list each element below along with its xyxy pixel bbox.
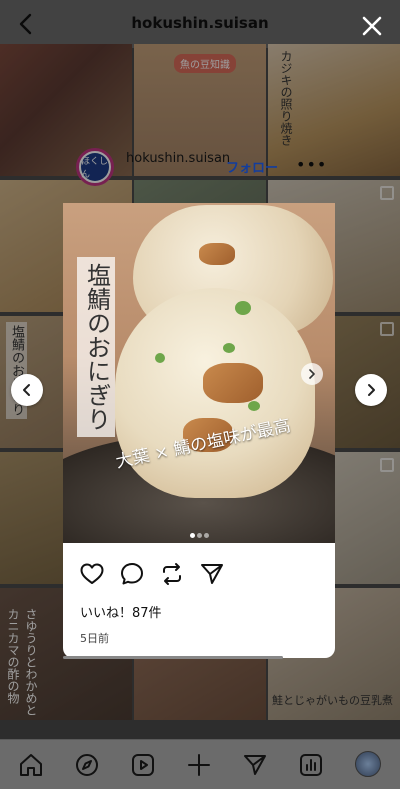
fish-piece xyxy=(203,363,263,403)
post-viewer-screen: hokushin.suisan 魚の豆知識 カジキの照り焼き 塩鯖のおにぎり さ… xyxy=(0,0,400,789)
post-image[interactable]: 塩鯖のおにぎり 大葉 × 鯖の塩味が最高 xyxy=(63,203,335,543)
fish-piece xyxy=(199,243,235,265)
create-icon[interactable] xyxy=(186,752,212,778)
carousel-indicator xyxy=(63,523,335,542)
herb xyxy=(248,401,260,411)
carousel-next-button[interactable] xyxy=(301,363,323,385)
herb xyxy=(155,353,165,363)
herb xyxy=(235,301,251,315)
comment-icon[interactable] xyxy=(119,561,145,587)
repost-icon[interactable] xyxy=(159,561,185,587)
post-image-title: 塩鯖のおにぎり xyxy=(77,257,115,437)
insights-icon[interactable] xyxy=(298,752,324,778)
carousel-dot xyxy=(189,533,195,538)
story-progress-bar xyxy=(63,656,335,659)
send-icon[interactable] xyxy=(199,561,225,587)
carousel-dot xyxy=(203,533,209,538)
next-post-button[interactable] xyxy=(355,374,387,406)
post-card: 塩鯖のおにぎり 大葉 × 鯖の塩味が最高 いいね！87件 5日前 xyxy=(63,203,335,658)
carousel-dot xyxy=(196,533,202,538)
chevron-right-icon xyxy=(309,369,315,379)
previous-post-button[interactable] xyxy=(11,374,43,406)
heart-icon[interactable] xyxy=(79,561,105,587)
bottom-tab-bar xyxy=(0,739,400,789)
herb xyxy=(223,343,235,353)
profile-avatar[interactable] xyxy=(355,751,381,777)
chevron-right-icon xyxy=(368,384,375,396)
post-date: 5日前 xyxy=(80,632,109,645)
close-icon[interactable] xyxy=(360,14,384,38)
messages-icon[interactable] xyxy=(242,752,268,778)
reels-icon[interactable] xyxy=(130,752,156,778)
explore-icon[interactable] xyxy=(74,752,100,778)
chevron-left-icon xyxy=(23,384,30,396)
likes-count[interactable]: いいね！87件 xyxy=(80,602,162,621)
home-icon[interactable] xyxy=(18,752,44,778)
progress-fill xyxy=(63,656,284,659)
